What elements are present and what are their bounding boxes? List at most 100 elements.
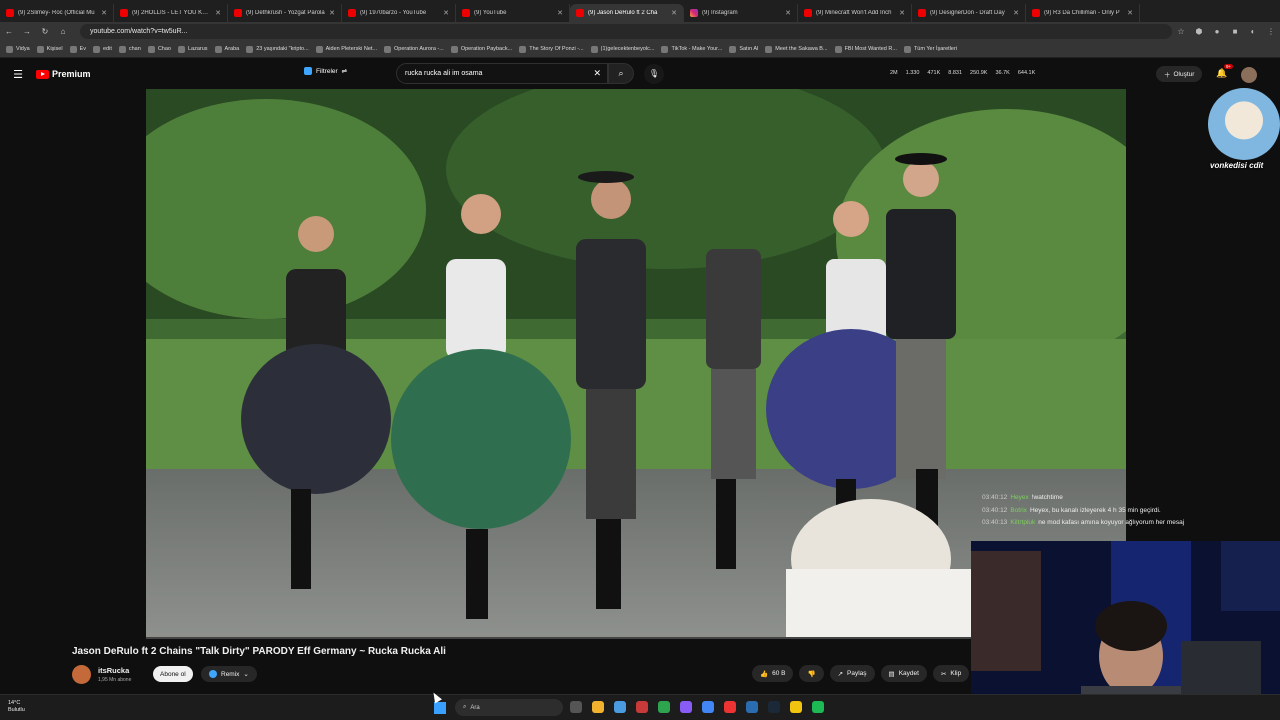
menu-icon[interactable]: ☰ [0, 68, 36, 81]
search-input[interactable]: rucka rucka ali im osama ✕ [396, 63, 608, 84]
bookmark-item[interactable]: (1)gelecektenbeyolc... [590, 45, 654, 53]
remix-button[interactable]: Remix ⌄ [201, 666, 257, 682]
youtube-icon [348, 9, 356, 17]
back-icon[interactable]: ← [0, 27, 18, 36]
bookmark-item[interactable]: Chao [147, 45, 171, 53]
app-icon[interactable] [724, 701, 736, 713]
dislike-button[interactable]: 👎 [799, 665, 824, 682]
search-button[interactable]: ⌕ [608, 63, 634, 84]
close-icon[interactable]: ✕ [101, 9, 107, 17]
browser-tab[interactable]: (9) 2Slimey- Roc (Official Mu ✕ [0, 4, 114, 22]
bookmark-item[interactable]: Araba [214, 45, 239, 53]
browser-tab[interactable]: (9) YouTube ✕ [456, 4, 570, 22]
app-icon[interactable] [658, 701, 670, 713]
bookmark-item[interactable]: Kişisel [36, 45, 63, 53]
plus-icon: ＋ [1164, 72, 1171, 79]
app-icon[interactable] [636, 701, 648, 713]
chrome-icon[interactable] [702, 701, 714, 713]
close-icon[interactable]: ✕ [557, 9, 563, 17]
bookmark-item[interactable]: 23 yaşındaki "kripto... [246, 45, 309, 53]
url-field[interactable]: youtube.com/watch?v=tw5uR... [80, 24, 1172, 39]
save-button[interactable]: ▤ Kaydet [880, 665, 927, 682]
profile-icon[interactable]: ◐ [1244, 27, 1262, 36]
steam-icon[interactable] [768, 701, 780, 713]
app-icon[interactable] [746, 701, 758, 713]
like-button[interactable]: 👍 60 B [752, 665, 794, 682]
avatar[interactable] [1241, 67, 1257, 83]
spotify-icon[interactable] [812, 701, 824, 713]
bookmark-item[interactable]: The Story Of Ponzi -... [519, 45, 584, 53]
file-explorer-icon[interactable] [592, 701, 604, 713]
menu-icon[interactable]: ⋮ [1262, 27, 1280, 36]
progress-bar[interactable] [146, 637, 971, 639]
chat-text: ne mod kafası amına koyuyor ağlıyorum he… [1038, 519, 1185, 526]
extension-icon[interactable]: ● [1208, 27, 1226, 36]
browser-tab[interactable]: (9) 2HOLLIS - LET YOU KNOW ✕ [114, 4, 228, 22]
clip-label: Klip [950, 670, 962, 677]
taskbar-search[interactable]: ⌕ Ara [455, 699, 563, 716]
browser-tab[interactable]: (9) R3 Da Chilliman - Only P ✕ [1026, 4, 1140, 22]
filters-button[interactable]: Filtreler ⇌ [304, 67, 347, 75]
bookmark-item[interactable]: Satın Al [729, 45, 758, 53]
bookmark-item[interactable]: edit [93, 45, 112, 53]
subscribe-button[interactable]: Abone ol [153, 666, 193, 682]
folder-icon [315, 45, 323, 53]
close-icon[interactable]: ✕ [215, 9, 221, 17]
browser-tab[interactable]: (9) 1970barzo - YouTube ✕ [342, 4, 456, 22]
bookmark-item[interactable]: Tüm Yer İşaretleri [903, 45, 957, 53]
youtube-logo[interactable]: Premium [36, 69, 91, 79]
channel-avatar[interactable] [72, 665, 91, 684]
browser-tab[interactable]: (9) Jason DeRulo ft 2 Cha ✕ [570, 4, 684, 22]
task-view-icon[interactable] [570, 701, 582, 713]
share-button[interactable]: ↗ Paylaş [829, 665, 875, 682]
bookmark-item[interactable]: Operation Payback... [450, 45, 512, 53]
folder-icon [6, 45, 13, 53]
clip-button[interactable]: ✂ Klip [932, 665, 970, 682]
weather-widget[interactable]: 14°C Bulutlu [8, 700, 25, 714]
bookmark-item[interactable]: Lazarus [177, 45, 208, 53]
channel-name[interactable]: itsRucka [98, 666, 129, 675]
browser-tab[interactable]: (9) Minecraft Won't Add Inch ✕ [798, 4, 912, 22]
bookmark-item[interactable]: Aiden Pleterski Net... [315, 45, 377, 53]
close-icon[interactable]: ✕ [1013, 9, 1019, 17]
close-icon[interactable]: ✕ [1127, 9, 1133, 17]
browser-tab[interactable]: (9) DesignerDon - Draft Day ✕ [912, 4, 1026, 22]
bookmark-star-icon[interactable]: ☆ [1172, 27, 1190, 36]
start-icon[interactable] [434, 702, 446, 714]
reload-icon[interactable]: ↻ [36, 27, 54, 36]
search-value: rucka rucka ali im osama [405, 70, 483, 77]
folder-icon [93, 45, 100, 53]
chat-user: Botrix [1010, 506, 1027, 514]
extension-icon[interactable]: ■ [1226, 27, 1244, 36]
bell-icon[interactable]: 🔔 [1216, 68, 1227, 79]
home-icon[interactable]: ⌂ [54, 27, 72, 36]
share-label: Paylaş [847, 670, 867, 677]
browser-tab[interactable]: (9) Dethkrüsh - Yozgat Parola ✕ [228, 4, 342, 22]
youtube-icon [462, 9, 470, 17]
bookmark-item[interactable]: Meet the Sakawa B... [765, 45, 828, 53]
close-icon[interactable]: ✕ [443, 9, 449, 17]
create-button[interactable]: ＋ Oluştur [1156, 66, 1203, 82]
extension-icon[interactable]: ⬢ [1190, 27, 1208, 36]
bookmark-item[interactable]: Ev [69, 45, 86, 53]
close-icon[interactable]: ✕ [671, 9, 677, 17]
close-icon[interactable]: ✕ [899, 9, 905, 17]
forward-icon[interactable]: → [18, 27, 36, 36]
close-icon[interactable]: ✕ [329, 9, 335, 17]
bookmark-label: edit [103, 46, 112, 52]
discord-icon[interactable] [680, 701, 692, 713]
voice-search-button[interactable]: 🎙 [644, 64, 664, 84]
like-count: 60 B [772, 670, 786, 677]
browser-tab[interactable]: (9) Instagram ✕ [684, 4, 798, 22]
bookmark-item[interactable]: Operation Aurora -... [384, 45, 444, 53]
instagram-icon [690, 9, 698, 17]
app-icon[interactable] [790, 701, 802, 713]
clear-icon[interactable]: ✕ [593, 68, 601, 79]
stat-value: 471K [927, 70, 941, 76]
close-icon[interactable]: ✕ [785, 9, 791, 17]
bookmark-item[interactable]: TikTok - Make Your... [661, 45, 722, 53]
bookmark-item[interactable]: FBI Most Wanted R... [834, 45, 897, 53]
app-icon[interactable] [614, 701, 626, 713]
bookmark-item[interactable]: chan [118, 45, 141, 53]
bookmark-item[interactable]: Vidya [6, 45, 30, 53]
